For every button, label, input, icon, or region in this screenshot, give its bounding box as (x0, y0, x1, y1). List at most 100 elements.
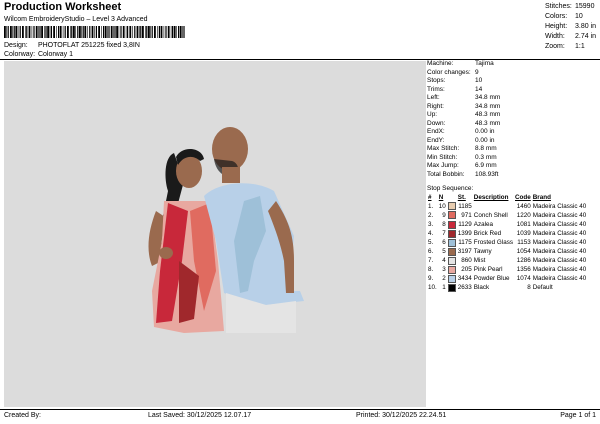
table-row: 4. 7 1399 Brick Red 1039 Madeira Classic 40 (427, 229, 587, 239)
brand: Madeira Classic 40 (532, 248, 587, 256)
brand: Madeira Classic 40 (532, 239, 587, 247)
table-row: 8. 3 205 Pink Pearl 1356 Madeira Classic 40 (427, 265, 587, 275)
color-swatch (447, 229, 457, 239)
table-row: 10. 1 2633 Black 8 Default (427, 284, 587, 293)
row-number: 7. (428, 257, 434, 265)
brand: Madeira Classic 40 (532, 220, 587, 228)
col-header-stitches: St. (457, 194, 466, 201)
thread-color-swatch (447, 256, 456, 265)
info-row: Max Stitch: 8.8 mm (427, 145, 497, 152)
info-row: Trims: 14 (427, 85, 483, 93)
table-row: 3. 8 1129 Azalea 1081 Madeira Classic 40 (427, 220, 587, 230)
stitch-count: 1185 (458, 202, 472, 210)
stitch-count: 1175 (458, 239, 472, 247)
row-number: 6. (428, 248, 434, 256)
description: Frosted Glass (473, 239, 513, 247)
design-row: Design: PHOTOFLAT 251225 fixed 3,8IN (4, 42, 140, 49)
color-swatch (447, 211, 457, 220)
thread-color-swatch (447, 284, 456, 293)
thread-color-swatch (447, 229, 456, 238)
needle: 8 (442, 220, 446, 228)
info-row: Min Stitch: 0.3 mm (427, 153, 497, 161)
description: Conch Shell (473, 211, 508, 219)
color-swatch (447, 202, 457, 211)
description: Powder Blue (473, 275, 510, 283)
needle: 10 (438, 202, 446, 210)
thread-code: 1081 (516, 220, 531, 228)
description: Tawny (473, 248, 492, 256)
table-row: 6. 5 3197 Tawny 1054 Madeira Classic 40 (427, 247, 587, 257)
thread-code: 1220 (516, 211, 531, 219)
info-row: Right: 34.8 mm (427, 102, 501, 110)
row-number: 1. (428, 202, 434, 210)
stat-row: Zoom: 1:1 (545, 43, 585, 50)
stitch-count: 971 (461, 211, 472, 219)
thread-color-swatch (447, 238, 456, 247)
info-row: Stops: 10 (427, 77, 483, 84)
row-number: 9. (428, 275, 434, 283)
colorway-label: Colorway: (4, 51, 36, 58)
design-value: PHOTOFLAT 251225 fixed 3,8IN (37, 42, 140, 49)
thread-color-swatch (447, 275, 456, 284)
brand: Madeira Classic 40 (532, 266, 587, 274)
brand: Madeira Classic 40 (532, 257, 587, 265)
info-row: Color changes: 9 (427, 68, 479, 76)
row-number: 2. (428, 211, 434, 219)
needle: 9 (442, 211, 446, 219)
embroidery-illustration (148, 127, 304, 333)
needle: 4 (442, 257, 446, 265)
row-number: 10. (428, 284, 437, 292)
footer-divider (0, 409, 600, 410)
brand: Madeira Classic 40 (532, 275, 587, 283)
thread-color-swatch (447, 220, 456, 229)
col-header-number: # (428, 194, 432, 201)
info-row: Total Bobbin: 108.93ft (427, 170, 499, 178)
thread-code: 8 (527, 284, 531, 292)
stitch-count: 205 (461, 266, 472, 274)
thread-code: 1356 (516, 266, 531, 274)
description: Azalea (473, 220, 494, 228)
stat-row: Stitches: 15990 (545, 3, 595, 10)
needle: 6 (442, 239, 446, 247)
stitch-count: 3434 (457, 275, 472, 283)
color-swatch (447, 265, 457, 275)
thread-color-swatch (447, 202, 456, 211)
row-number: 4. (428, 229, 434, 237)
info-row: EndX: 0.00 in (427, 128, 495, 135)
description: Brick Red (473, 229, 502, 237)
col-header-code: Code (515, 194, 531, 201)
needle: 7 (442, 229, 446, 237)
color-swatch (447, 284, 457, 293)
design-preview (4, 61, 426, 407)
stitch-count: 1399 (457, 229, 472, 237)
summary-stats: Stitches: 15990 Colors: 10 Height: 3.80 in … (545, 2, 596, 52)
table-header-row: # N St. Description Code Brand (427, 194, 587, 202)
brand: Default (532, 284, 553, 292)
thread-code: 1054 (516, 248, 531, 256)
colorway-value: Colorway 1 (37, 51, 73, 58)
stat-row: Colors: 10 (545, 13, 583, 20)
machine-info: Machine: Tajima Color changes: 9 Stops: 10 … (427, 60, 599, 179)
table-row: 9. 2 3434 Powder Blue 1074 Madeira Classic 40 (427, 275, 587, 284)
info-row: Left: 34.8 mm (427, 94, 501, 101)
stat-row: Width: 2.74 in (545, 33, 597, 40)
table-row: 2. 9 971 Conch Shell 1220 Madeira Classic 40 (427, 211, 587, 220)
thread-code: 1153 (517, 239, 531, 247)
software-subtitle: Wilcom EmbroideryStudio – Level 3 Advanc… (4, 16, 148, 23)
page-title: Production Worksheet (4, 1, 122, 13)
info-row: Max Jump: 6.9 mm (427, 162, 497, 169)
info-row: Machine: Tajima (427, 60, 494, 67)
color-swatch (447, 220, 457, 230)
description: Black (473, 284, 490, 292)
color-swatch (447, 238, 457, 248)
thread-code: 1074 (516, 275, 531, 283)
barcode (4, 26, 185, 38)
description: Pink Pearl (473, 266, 503, 274)
stitch-count: 3197 (457, 248, 472, 256)
created-by: Created By: (4, 412, 41, 419)
brand: Madeira Classic 40 (532, 229, 587, 237)
color-swatch (447, 247, 457, 257)
stitch-count: 1129 (458, 220, 472, 228)
brand: Madeira Classic 40 (532, 211, 587, 219)
stop-sequence-table: # N St. Description Code Brand 1. 10 1185 1… (427, 194, 587, 293)
